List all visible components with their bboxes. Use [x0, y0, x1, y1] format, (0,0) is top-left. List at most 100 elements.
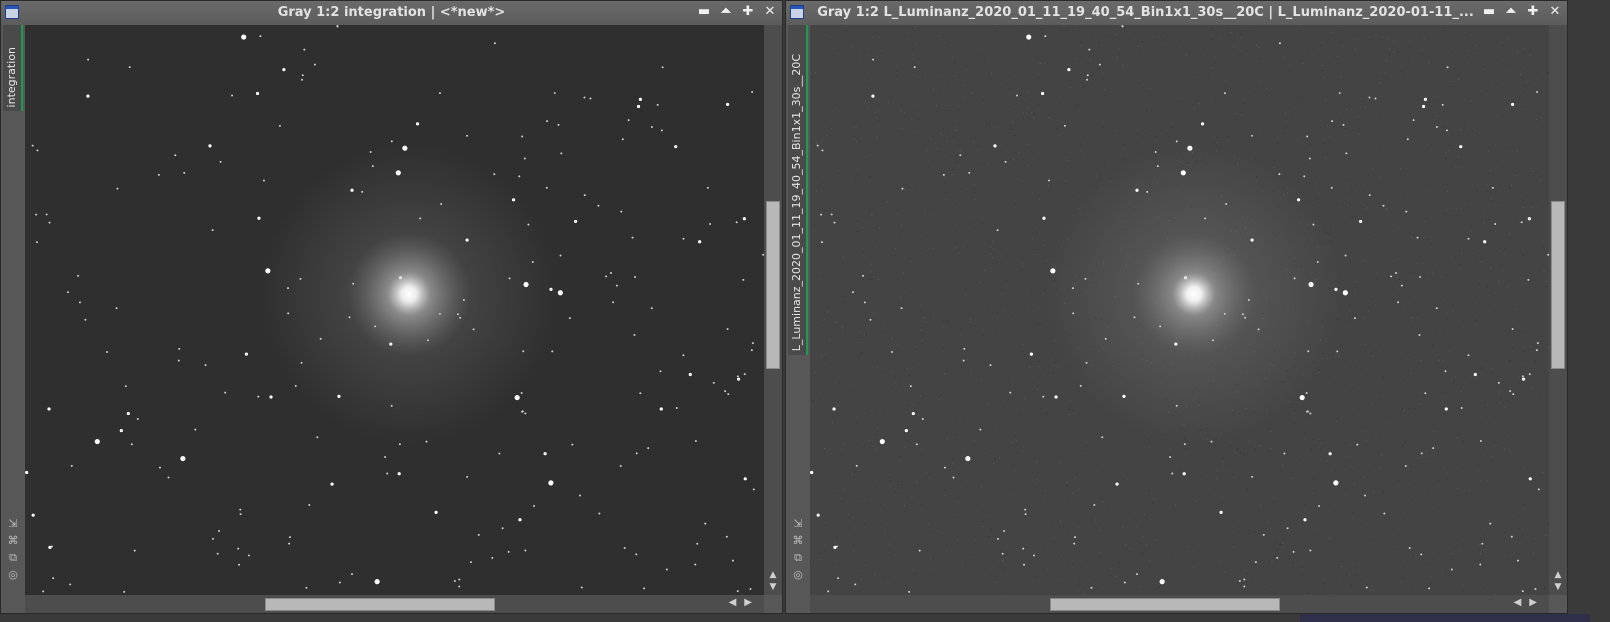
maximize-button[interactable]: ✚ [1525, 3, 1541, 21]
noise-pixel [1079, 149, 1081, 151]
star [1073, 542, 1076, 545]
star [1054, 395, 1058, 399]
noise-pixel [1361, 578, 1363, 580]
noise-pixel [1024, 398, 1026, 400]
vertical-scroll-thumb[interactable] [1551, 201, 1565, 369]
noise-pixel [1507, 286, 1509, 288]
view-tab-integration[interactable]: integration [3, 25, 23, 111]
noise-pixel [827, 311, 829, 313]
noise-pixel [1038, 62, 1040, 64]
noise-pixel [1193, 107, 1195, 109]
noise-pixel [1064, 180, 1066, 182]
minimize-button[interactable]: ▬ [696, 3, 712, 21]
noise-pixel [1365, 106, 1367, 108]
noise-pixel [1031, 290, 1033, 292]
target-icon[interactable]: ◎ [790, 569, 806, 581]
noise-pixel [1544, 586, 1546, 588]
noise-pixel [1488, 305, 1490, 307]
fit-view-icon[interactable]: ⌘ [5, 535, 21, 547]
fit-view-icon[interactable]: ⌘ [790, 535, 806, 547]
noise-pixel [1237, 531, 1239, 533]
noise-pixel [1486, 286, 1488, 288]
star [115, 307, 118, 310]
noise-pixel [857, 498, 859, 500]
noise-pixel [1164, 484, 1166, 486]
image-window-luminance[interactable]: Gray 1:2 L_Luminanz_2020_01_11_19_40_54_… [785, 0, 1568, 614]
star [1359, 219, 1363, 224]
view-tab-luminance[interactable]: L_Luminanz_2020_01_11_19_40_54_Bin1x1_30… [788, 25, 808, 355]
noise-pixel [888, 346, 890, 348]
horizontal-scroll-thumb[interactable] [1050, 598, 1280, 611]
noise-pixel [1098, 529, 1100, 531]
image-window-integration[interactable]: Gray 1:2 integration | <*new*> ▬ ⏶ ✚ ✕ i… [0, 0, 783, 614]
noise-pixel [873, 275, 875, 277]
star [736, 375, 739, 378]
noise-pixel [944, 373, 946, 375]
star [1328, 452, 1332, 456]
noise-pixel [1530, 345, 1532, 347]
target-icon[interactable]: ◎ [5, 569, 21, 581]
star [660, 129, 663, 132]
arrow-to-corner-icon[interactable]: ⇲ [790, 518, 806, 530]
noise-pixel [1338, 355, 1340, 357]
star [749, 588, 752, 591]
noise-pixel [1536, 118, 1538, 120]
star [647, 447, 650, 450]
noise-pixel [1521, 536, 1523, 538]
clone-view-icon[interactable]: ⧉ [5, 552, 21, 564]
noise-pixel [1255, 44, 1257, 46]
noise-pixel [1166, 130, 1168, 132]
noise-pixel [1154, 539, 1156, 541]
noise-pixel [1388, 47, 1390, 49]
noise-pixel [1289, 505, 1291, 507]
noise-pixel [1432, 272, 1434, 274]
image-viewport[interactable] [25, 25, 764, 595]
vertical-scrollbar[interactable]: ▲ ▼ [1549, 25, 1567, 595]
noise-pixel [1410, 585, 1412, 587]
noise-pixel [1446, 317, 1448, 319]
star [656, 103, 659, 106]
horizontal-scrollbar[interactable]: ◀▶ [25, 595, 764, 613]
shade-button[interactable]: ⏶ [718, 3, 734, 21]
noise-pixel [855, 126, 857, 128]
maximize-button[interactable]: ✚ [740, 3, 756, 21]
noise-pixel [1039, 62, 1041, 64]
window-titlebar[interactable]: Gray 1:2 L_Luminanz_2020_01_11_19_40_54_… [786, 1, 1567, 25]
close-button[interactable]: ✕ [1547, 3, 1563, 21]
noise-pixel [1027, 514, 1029, 516]
star [1459, 145, 1463, 149]
vertical-scroll-arrows[interactable]: ▲ ▼ [1549, 569, 1567, 593]
horizontal-scrollbar[interactable]: ◀▶ [810, 595, 1549, 613]
star [1424, 392, 1427, 395]
image-viewport[interactable] [810, 25, 1549, 595]
minimize-button[interactable]: ▬ [1481, 3, 1497, 21]
noise-pixel [1142, 555, 1144, 557]
noise-pixel [1357, 39, 1359, 41]
vertical-scrollbar[interactable]: ▲ ▼ [764, 25, 782, 595]
shade-button[interactable]: ⏶ [1503, 3, 1519, 21]
noise-pixel [940, 133, 942, 135]
noise-pixel [1371, 403, 1373, 405]
noise-pixel [1004, 367, 1006, 369]
horizontal-scroll-arrows[interactable]: ◀▶ [1514, 597, 1545, 608]
star [469, 561, 472, 564]
horizontal-scroll-thumb[interactable] [265, 598, 495, 611]
star [1156, 165, 1159, 168]
noise-pixel [876, 366, 878, 368]
noise-pixel [951, 156, 953, 158]
window-titlebar[interactable]: Gray 1:2 integration | <*new*> ▬ ⏶ ✚ ✕ [1, 1, 782, 25]
arrow-to-corner-icon[interactable]: ⇲ [5, 518, 21, 530]
noise-pixel [1442, 360, 1444, 362]
star [1406, 138, 1409, 141]
clone-view-icon[interactable]: ⧉ [790, 552, 806, 564]
star [610, 272, 613, 275]
close-button[interactable]: ✕ [762, 3, 778, 21]
vertical-scroll-arrows[interactable]: ▲ ▼ [764, 569, 782, 593]
noise-pixel [858, 355, 860, 357]
vertical-scroll-thumb[interactable] [766, 201, 780, 369]
noise-pixel [1533, 552, 1535, 554]
noise-pixel [1277, 142, 1279, 144]
star [615, 284, 618, 287]
horizontal-scroll-arrows[interactable]: ◀▶ [729, 597, 760, 608]
noise-pixel [1036, 551, 1038, 553]
